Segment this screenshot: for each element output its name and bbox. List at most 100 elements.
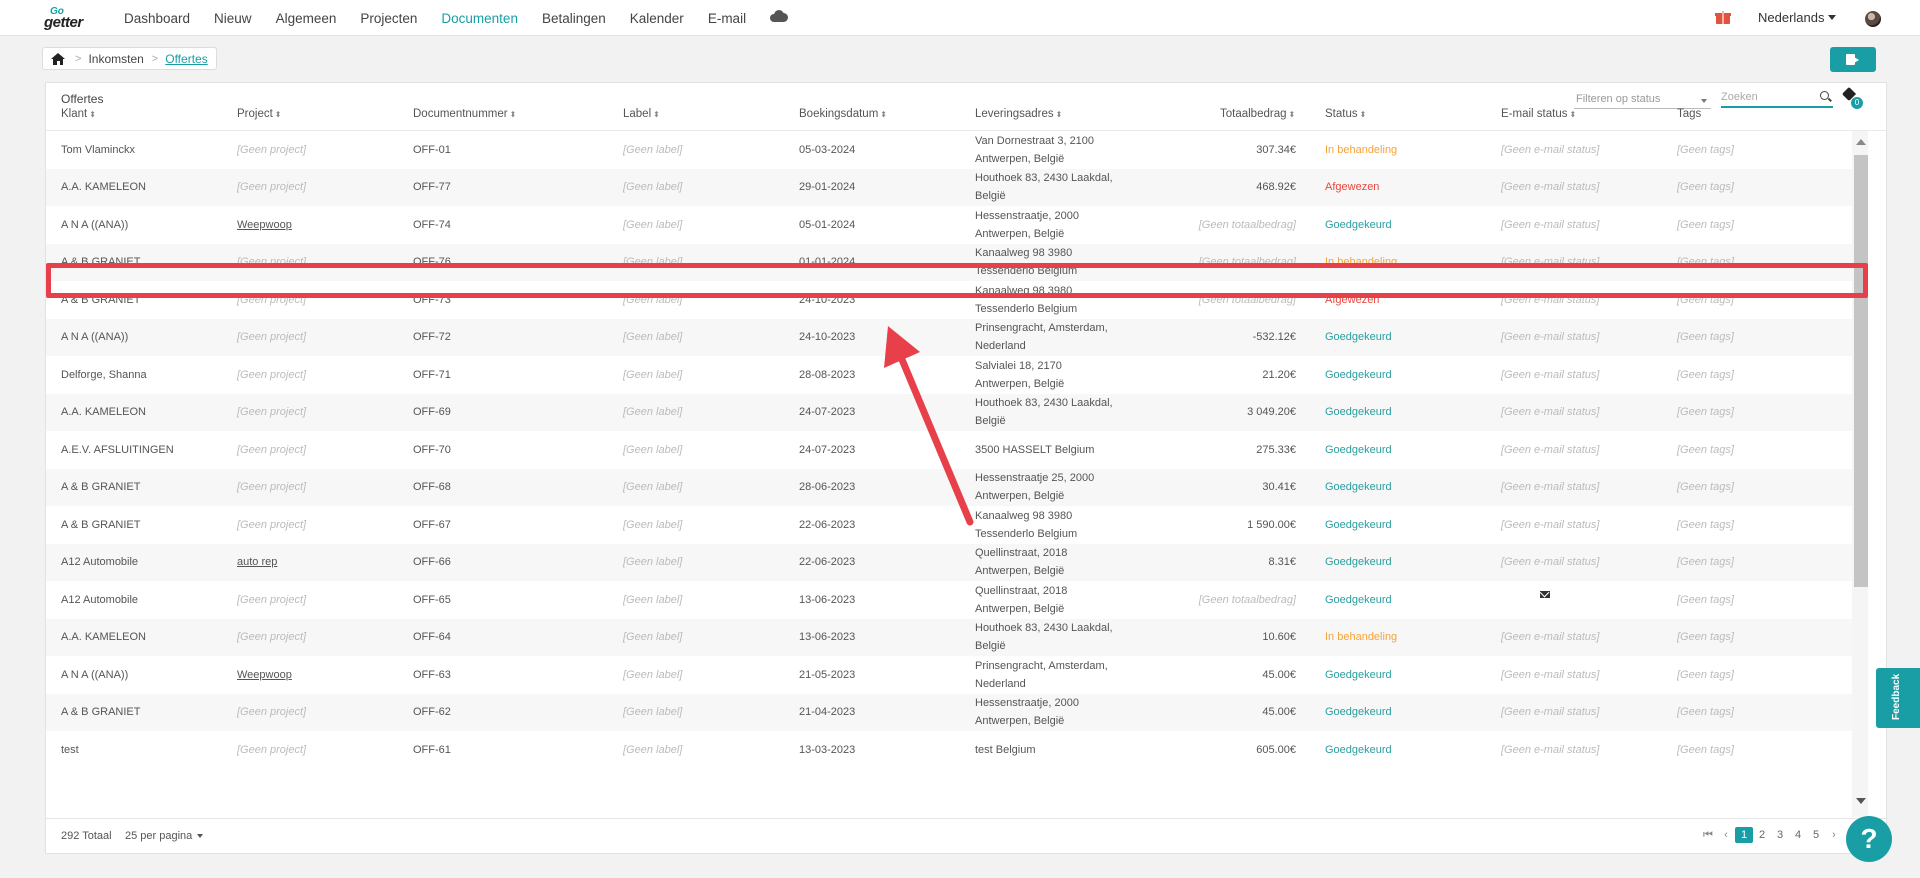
column-header-project[interactable]: Project ⬍ — [237, 108, 282, 120]
nav-item-nieuw[interactable]: Nieuw — [214, 11, 252, 26]
nav-item-e-mail[interactable]: E-mail — [708, 11, 746, 26]
cell-project[interactable]: auto rep — [237, 544, 277, 582]
column-header-tags[interactable]: Tags — [1677, 108, 1701, 120]
cell-tags: [Geen tags] — [1677, 293, 1734, 306]
gift-icon[interactable] — [1715, 11, 1731, 24]
cell-leveringsadres: Kanaalweg 98 3980 Tessenderlo Belgium — [975, 506, 1077, 544]
column-header-klant[interactable]: Klant ⬍ — [61, 108, 96, 120]
cell-email-status: [Geen e-mail status] — [1501, 769, 1599, 770]
cell-project: [Geen project] — [237, 143, 307, 156]
column-header-totaalbedrag[interactable]: Totaalbedrag ⬍ — [1220, 108, 1295, 120]
address-line: Tessenderlo Belgium — [975, 302, 1078, 315]
gogetter-logo[interactable]: Go getter — [44, 6, 100, 31]
cell-status: In behandeling — [1325, 631, 1398, 644]
table-row[interactable]: Delforge, Shanna [Geen project] OFF-71 [Gee… — [46, 356, 1852, 394]
cell-boekingsdatum: 01-01-2024 — [799, 256, 856, 269]
cell-boekingsdatum: 29-01-2024 — [799, 181, 856, 194]
cell-tags: [Geen tags] — [1677, 743, 1734, 756]
nav-item-kalender[interactable]: Kalender — [630, 11, 684, 26]
home-icon[interactable] — [51, 52, 65, 65]
address-line: Houthoek 83, 2430 Laakdal, — [975, 172, 1113, 185]
address-line: Antwerpen, België — [975, 602, 1065, 615]
cell-label: [Geen label] — [623, 331, 683, 344]
cell-project: [Geen project] — [237, 406, 307, 419]
scroll-down-icon[interactable] — [1856, 798, 1866, 804]
cell-project[interactable]: Weepwoop — [237, 656, 292, 694]
column-header-label[interactable]: Label ⬍ — [623, 108, 660, 120]
vertical-scrollbar[interactable] — [1852, 131, 1868, 817]
scrollbar-thumb[interactable] — [1854, 155, 1868, 587]
cell-leveringsadres: Salvialei 18, 2170 Antwerpen, België — [975, 356, 1064, 394]
page-button[interactable]: 5 — [1807, 827, 1825, 843]
cell-leveringsadres: Hessenstraatje, 2000 Antwerpen, België — [975, 694, 1079, 732]
address-line: test Belgium — [975, 743, 1036, 756]
scroll-up-icon[interactable] — [1856, 139, 1866, 145]
table-row[interactable]: A.A. KAMELEON [Geen project] OFF-77 [Geen l… — [46, 168, 1852, 206]
table-row[interactable]: A & B GRANIET [Geen project] OFF-76 [Geen l… — [46, 243, 1852, 281]
table-row[interactable]: A.E.V. AFSLUITINGEN [Geen project] OFF-70 [… — [46, 431, 1852, 469]
cell-documentnummer: OFF-63 — [413, 668, 451, 681]
nav-item-documenten[interactable]: Documenten — [441, 11, 518, 26]
mail-icon[interactable] — [1540, 591, 1550, 599]
nav-item-dashboard[interactable]: Dashboard — [124, 11, 190, 26]
cell-leveringsadres: test Belgium — [975, 731, 1036, 769]
cell-documentnummer: OFF-76 — [413, 256, 451, 269]
table-row[interactable]: test [Geen project] OFF-61 [Geen label] 13-0… — [46, 731, 1852, 769]
table-row[interactable]: A N A ((ANA)) Weepwoop OFF-74 [Geen label] 0… — [46, 206, 1852, 244]
cell-tags: [Geen tags] — [1677, 406, 1734, 419]
cell-status: Goedgekeurd — [1325, 406, 1392, 419]
cell-boekingsdatum: 28-06-2023 — [799, 481, 856, 494]
sort-icon: ⬍ — [1569, 110, 1577, 119]
next-page-icon[interactable]: › — [1825, 829, 1843, 841]
chevron-down-icon[interactable] — [1828, 15, 1836, 20]
address-line: Prinsengracht, Amsterdam, — [975, 659, 1108, 672]
cell-documentnummer: OFF-65 — [413, 593, 451, 606]
nav-item-algemeen[interactable]: Algemeen — [276, 11, 337, 26]
column-header-documentnummer[interactable]: Documentnummer ⬍ — [413, 108, 516, 120]
table-row[interactable]: A & B GRANIET [Geen project] OFF-67 [Geen l… — [46, 506, 1852, 544]
cell-label: [Geen label] — [623, 769, 682, 770]
table-row[interactable]: A.A. KAMELEON [Geen project] OFF-69 [Geen l… — [46, 393, 1852, 431]
help-button[interactable]: ? — [1846, 816, 1892, 862]
export-button[interactable] — [1830, 47, 1876, 72]
nav-item-projecten[interactable]: Projecten — [360, 11, 417, 26]
table-row[interactable]: A.A. KAMELEON [Geen project] OFF-64 [Geen l… — [46, 618, 1852, 656]
table-row[interactable]: Aboubaker Ali, Ali [Geen project] OFF-60 [G… — [46, 768, 1852, 770]
cell-email-status: [Geen e-mail status] — [1501, 218, 1600, 231]
cloud-icon[interactable] — [770, 10, 789, 22]
cell-project: [Geen project] — [237, 518, 307, 531]
page-button[interactable]: 3 — [1771, 827, 1789, 843]
column-header-leveringsadres[interactable]: Leveringsadres ⬍ — [975, 108, 1062, 120]
table-row[interactable]: A & B GRANIET [Geen project] OFF-62 [Geen l… — [46, 693, 1852, 732]
avatar[interactable] — [1865, 11, 1881, 27]
page-button[interactable]: 2 — [1753, 827, 1771, 843]
page-button[interactable]: 4 — [1789, 827, 1807, 843]
cell-project: [Geen project] — [237, 293, 307, 306]
breadcrumb-offertes[interactable]: Offertes — [165, 52, 207, 66]
table-row[interactable]: A12 Automobile auto rep OFF-66 [Geen label]… — [46, 543, 1852, 582]
page-button[interactable]: 1 — [1735, 827, 1753, 843]
address-line: België — [975, 415, 1006, 428]
cell-tags: [Geen tags] — [1677, 769, 1734, 770]
column-header-boekingsdatum[interactable]: Boekingsdatum ⬍ — [799, 108, 887, 120]
cell-project[interactable]: Weepwoop — [237, 206, 292, 244]
table-row[interactable]: A N A ((ANA)) Weepwoop OFF-63 [Geen label] 2… — [46, 656, 1852, 694]
prev-page-icon[interactable]: ‹ — [1717, 829, 1735, 841]
address-line: Antwerpen, België — [975, 227, 1065, 240]
cell-leveringsadres: Van Dornestraat 3, 2100 Antwerpen, België — [975, 131, 1094, 169]
table-row[interactable]: A N A ((ANA)) [Geen project] OFF-72 [Geen l… — [46, 318, 1852, 356]
column-header-status[interactable]: Status ⬍ — [1325, 108, 1366, 120]
table-row[interactable]: A & B GRANIET [Geen project] OFF-73 [Geen l… — [46, 281, 1852, 319]
first-page-icon[interactable]: ⏮ — [1699, 829, 1717, 842]
table-row[interactable]: A & B GRANIET [Geen project] OFF-68 [Geen l… — [46, 468, 1852, 506]
column-header-e-mail-status[interactable]: E-mail status ⬍ — [1501, 108, 1576, 120]
nav-item-betalingen[interactable]: Betalingen — [542, 11, 606, 26]
cell-klant: A12 Automobile — [61, 556, 139, 569]
search-icon[interactable] — [1820, 91, 1829, 100]
breadcrumb-inkomsten[interactable]: Inkomsten — [88, 52, 143, 66]
table-row[interactable]: A12 Automobile [Geen project] OFF-65 [Geen … — [46, 581, 1852, 619]
per-page-selector[interactable]: 25 per pagina — [125, 830, 204, 842]
feedback-tab[interactable]: Feedback — [1876, 668, 1920, 728]
table-row[interactable]: Tom Vlaminckx [Geen project] OFF-01 [Geen l… — [46, 131, 1852, 169]
language-selector[interactable]: Nederlands — [1758, 10, 1825, 25]
